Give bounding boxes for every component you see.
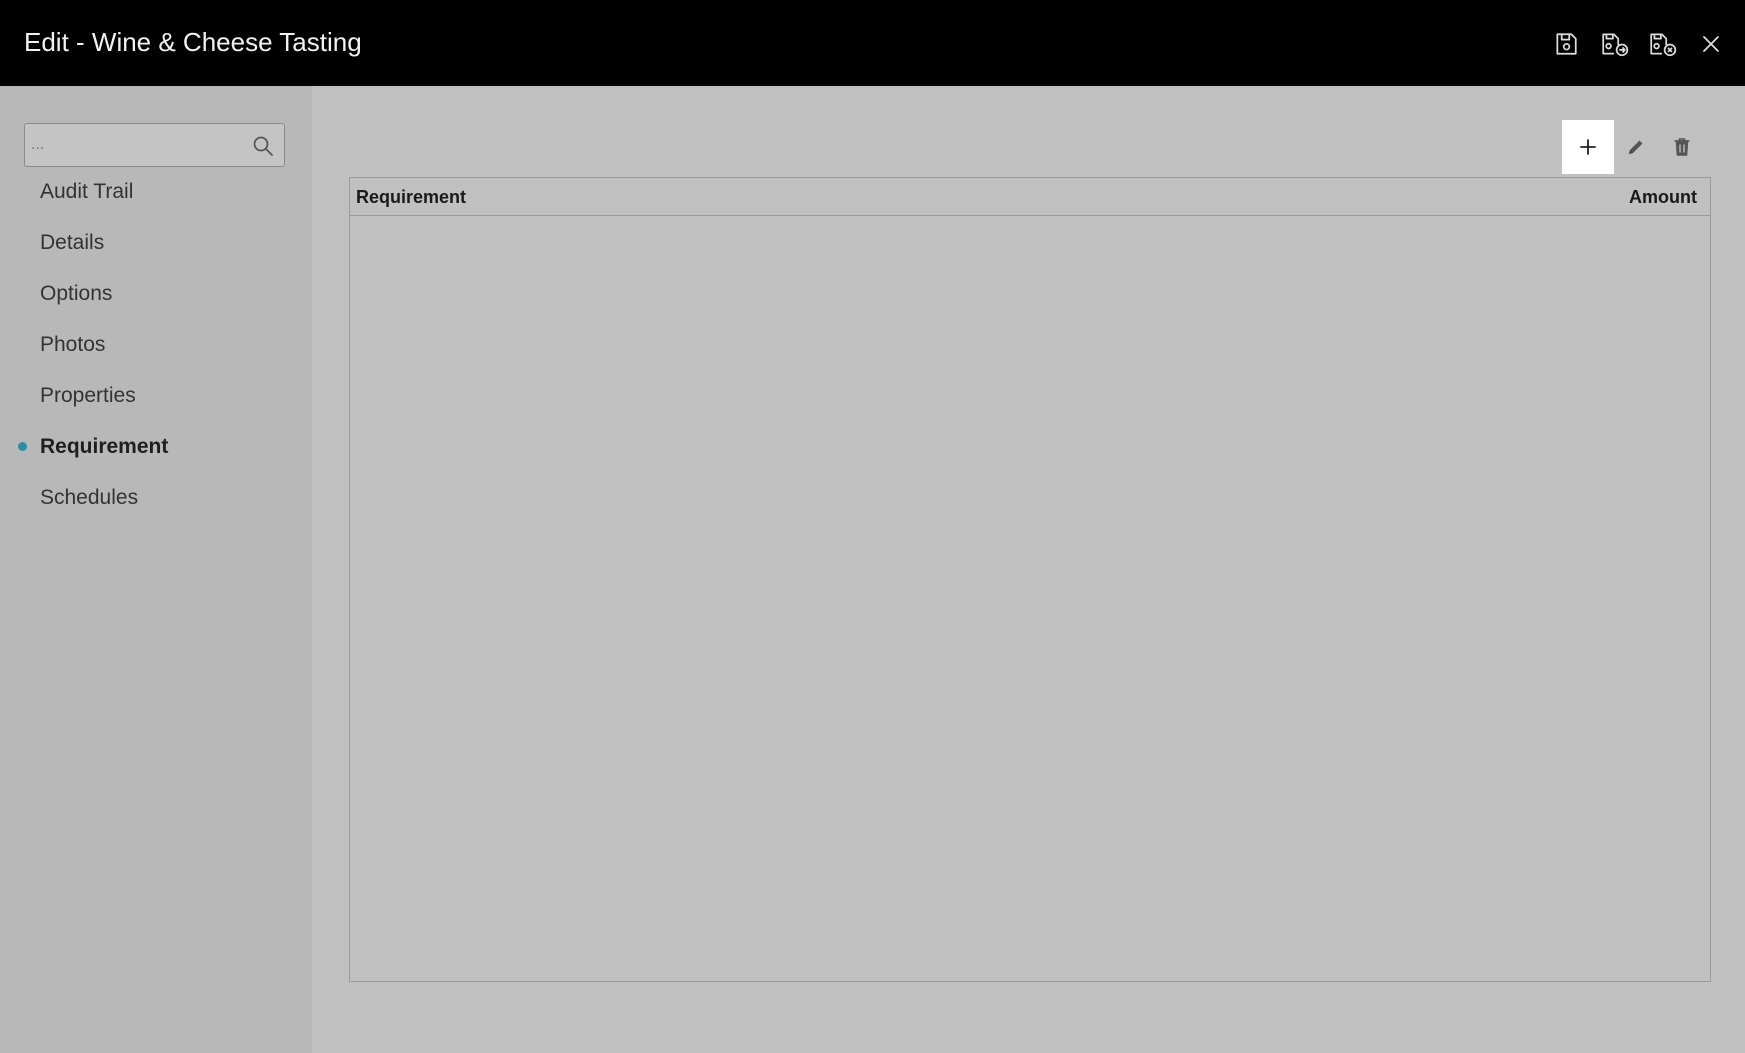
requirement-table: Requirement Amount [349,177,1711,982]
save-and-next-button[interactable] [1595,24,1635,64]
save-and-close-button[interactable] [1643,24,1683,64]
main-panel: Requirement Amount [312,86,1745,1053]
save-button[interactable] [1546,24,1586,64]
column-header-amount[interactable]: Amount [1629,178,1697,216]
trash-icon [1674,138,1690,156]
sidebar-nav: Audit Trail Details Options Photos Prope… [0,166,312,523]
save-and-close-icon [1650,33,1677,57]
sidebar-item-label: Photos [40,333,106,356]
sidebar-item-photos[interactable]: Photos [0,319,312,370]
sidebar-item-schedules[interactable]: Schedules [0,472,312,523]
active-indicator-dot [18,442,27,451]
sidebar-item-label: Schedules [40,486,139,509]
save-and-next-icon [1602,33,1629,57]
edit-button[interactable] [1610,120,1662,174]
column-header-requirement[interactable]: Requirement [356,178,466,216]
plus-icon [1580,139,1596,155]
sidebar-item-label: Details [40,231,105,254]
sidebar-item-audit-trail[interactable]: Audit Trail [0,166,312,217]
sidebar-item-label: Options [40,282,113,305]
delete-button[interactable] [1656,120,1708,174]
window-title: Edit - Wine & Cheese Tasting [24,27,362,57]
close-icon [1703,36,1719,52]
search-icon[interactable] [252,135,274,157]
sidebar-item-options[interactable]: Options [0,268,312,319]
sidebar-item-properties[interactable]: Properties [0,370,312,421]
sidebar-item-label: Audit Trail [40,180,134,203]
search-box[interactable] [24,123,285,167]
window-header: Edit - Wine & Cheese Tasting [0,0,1745,86]
sidebar-item-label: Properties [40,384,136,407]
search-input[interactable] [31,130,241,160]
save-icon [1556,33,1577,55]
sidebar: Audit Trail Details Options Photos Prope… [0,86,312,1053]
add-button[interactable] [1562,120,1614,174]
close-button[interactable] [1691,24,1731,64]
sidebar-item-label: Requirement [40,435,169,458]
pencil-icon [1629,140,1643,154]
sidebar-item-requirement[interactable]: Requirement [0,421,312,472]
sidebar-item-details[interactable]: Details [0,217,312,268]
table-header: Requirement Amount [350,178,1710,216]
